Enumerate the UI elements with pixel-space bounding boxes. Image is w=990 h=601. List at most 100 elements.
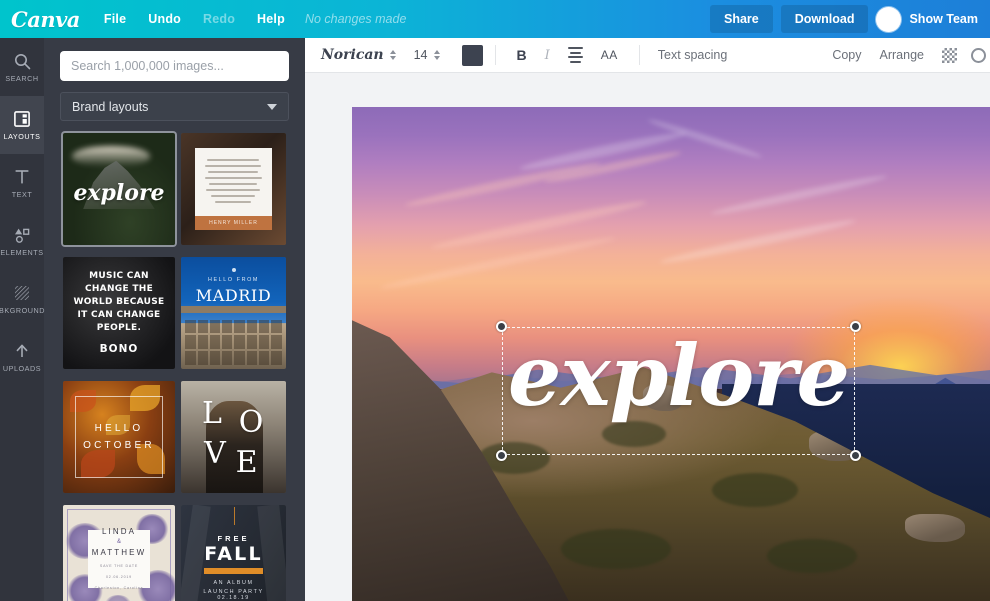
menu-item-help[interactable]: Help bbox=[257, 12, 285, 26]
show-team-control[interactable]: Show Team bbox=[876, 6, 982, 32]
sidebar-label-layouts: LAYOUTS bbox=[3, 131, 41, 141]
resize-handle-bottom-left[interactable] bbox=[496, 450, 507, 461]
layouts-icon bbox=[14, 110, 30, 129]
sidebar-item-background[interactable]: BKGROUND bbox=[0, 270, 44, 328]
search-input[interactable] bbox=[60, 51, 289, 81]
bride-name: LINDA bbox=[101, 527, 137, 537]
sidebar-item-search[interactable]: SEARCH bbox=[0, 38, 44, 96]
font-size-stepper[interactable] bbox=[433, 50, 440, 60]
bono-line-3: WORLD BECAUSE bbox=[73, 297, 165, 307]
madrid-hello: HELLO FROM bbox=[207, 277, 260, 284]
palace-windows bbox=[185, 319, 282, 365]
free-fall-date: 02.18.19 bbox=[217, 594, 250, 601]
letter-case-button[interactable]: AA bbox=[601, 48, 618, 62]
canvas-area[interactable]: explore bbox=[305, 73, 990, 601]
canva-logo[interactable]: Canva bbox=[11, 7, 80, 32]
free-fall-fall: FALL bbox=[204, 543, 263, 566]
font-family-stepper[interactable] bbox=[389, 50, 396, 60]
menu-item-redo[interactable]: Redo bbox=[203, 12, 235, 26]
bold-button[interactable]: B bbox=[517, 47, 527, 63]
text-color-swatch[interactable] bbox=[461, 44, 483, 66]
selection-handles bbox=[496, 321, 861, 461]
download-button[interactable]: Download bbox=[780, 5, 869, 33]
free-fall-accent-bar bbox=[204, 567, 263, 574]
thumb-madrid[interactable]: HELLO FROM MADRID bbox=[181, 257, 286, 369]
toolbar-right-actions: Copy Arrange bbox=[814, 47, 990, 63]
uploads-icon bbox=[14, 342, 30, 361]
bono-line-1: MUSIC CAN bbox=[89, 271, 149, 281]
palace-roof bbox=[181, 306, 286, 313]
sidebar-label-elements: ELEMENTS bbox=[0, 247, 44, 257]
chevron-down-icon bbox=[267, 103, 277, 110]
layouts-panel: Brand layouts explore bbox=[44, 38, 305, 601]
menu-item-undo[interactable]: Undo bbox=[148, 12, 181, 26]
cloud-shape bbox=[71, 146, 151, 167]
october-line-2: OCTOBER bbox=[83, 440, 155, 451]
save-status-text: No changes made bbox=[304, 12, 407, 26]
star-icon bbox=[231, 268, 236, 273]
top-bar: Canva File Undo Redo Help No changes mad… bbox=[0, 0, 990, 38]
resize-handle-top-right[interactable] bbox=[850, 321, 861, 332]
circle-icon[interactable] bbox=[971, 47, 986, 63]
resize-handle-top-left[interactable] bbox=[496, 321, 507, 332]
sidebar-item-text[interactable]: TEXT bbox=[0, 154, 44, 212]
italic-button[interactable]: I bbox=[545, 48, 550, 63]
invite-card: LINDA & MATTHEW SAVE THE DATE 02.06.2019… bbox=[87, 527, 151, 591]
font-size-value[interactable]: 14 bbox=[414, 48, 428, 62]
layout-thumbnail-grid: explore HENRY MILLER MUSIC CAN CHANGE TH… bbox=[44, 133, 305, 601]
toolbar-divider-1 bbox=[494, 45, 496, 65]
sidebar-item-uploads[interactable]: UPLOADS bbox=[0, 328, 44, 386]
thumb-free-fall[interactable]: FREE FALL AN ALBUM LAUNCH PARTY 02.18.19 bbox=[181, 505, 286, 601]
groom-name: MATTHEW bbox=[91, 548, 147, 558]
resize-handle-bottom-right[interactable] bbox=[850, 450, 861, 461]
thumb-quote[interactable]: HENRY MILLER bbox=[181, 133, 286, 245]
design-canvas[interactable]: explore bbox=[352, 107, 990, 601]
ampersand: & bbox=[116, 539, 121, 546]
menu-item-file[interactable]: File bbox=[104, 12, 126, 26]
thumb-love[interactable]: L O V E bbox=[181, 381, 286, 493]
love-letter-e: E bbox=[235, 445, 258, 481]
thumb-bono-quote[interactable]: MUSIC CAN CHANGE THE WORLD BECAUSE IT CA… bbox=[63, 257, 175, 369]
quote-paper bbox=[194, 147, 273, 226]
sidebar-label-search: SEARCH bbox=[5, 73, 39, 83]
sidebar-item-layouts[interactable]: LAYOUTS bbox=[0, 96, 44, 154]
thumb-hello-october[interactable]: HELLO OCTOBER bbox=[63, 381, 175, 493]
sidebar-label-text: TEXT bbox=[11, 189, 33, 199]
thumb-quote-author: HENRY MILLER bbox=[209, 219, 258, 226]
love-letter-v: V bbox=[204, 436, 226, 472]
thumb-explore-label: explore bbox=[73, 180, 165, 207]
invite-sub-1: SAVE THE DATE bbox=[99, 564, 139, 569]
october-text: HELLO OCTOBER bbox=[63, 381, 175, 493]
transparency-checker-icon[interactable] bbox=[942, 47, 957, 63]
layout-category-dropdown[interactable]: Brand layouts bbox=[60, 92, 289, 121]
free-fall-free: FREE bbox=[217, 534, 250, 544]
love-letter-o: O bbox=[238, 404, 264, 440]
sidebar-label-uploads: UPLOADS bbox=[2, 363, 42, 373]
invite-sub-3: Charleston, Carolina bbox=[94, 586, 144, 591]
bono-quote-text: MUSIC CAN CHANGE THE WORLD BECAUSE IT CA… bbox=[63, 257, 175, 369]
arrange-button[interactable]: Arrange bbox=[880, 48, 924, 62]
share-button[interactable]: Share bbox=[710, 5, 773, 33]
invite-sub-2: 02.06.2019 bbox=[105, 575, 132, 580]
bono-line-2: CHANGE THE bbox=[84, 284, 154, 294]
october-line-1: HELLO bbox=[94, 423, 144, 434]
main-menu: File Undo Redo Help bbox=[104, 12, 285, 26]
show-team-label: Show Team bbox=[909, 12, 978, 26]
thumb-wedding-invite[interactable]: LINDA & MATTHEW SAVE THE DATE 02.06.2019… bbox=[63, 505, 175, 601]
canva-editor: Canva File Undo Redo Help No changes mad… bbox=[0, 0, 990, 601]
avatar[interactable] bbox=[876, 6, 902, 32]
left-rail: SEARCH LAYOUTS TEXT ELEMENTS BKGROUND UP… bbox=[0, 38, 44, 601]
copy-button[interactable]: Copy bbox=[832, 48, 861, 62]
text-toolbar: Norican 14 B I AA Text spacing Copy Arra… bbox=[305, 38, 990, 73]
sidebar-label-background: BKGROUND bbox=[0, 305, 45, 315]
text-spacing-button[interactable]: Text spacing bbox=[658, 48, 727, 62]
font-family-selector[interactable]: Norican bbox=[321, 47, 384, 63]
text-icon bbox=[14, 168, 30, 187]
thumb-explore[interactable]: explore bbox=[63, 133, 175, 245]
align-center-icon[interactable] bbox=[567, 47, 583, 63]
sidebar-item-elements[interactable]: ELEMENTS bbox=[0, 212, 44, 270]
toolbar-divider-2 bbox=[638, 45, 640, 65]
background-icon bbox=[14, 284, 30, 303]
quote-author-bar: HENRY MILLER bbox=[194, 215, 273, 231]
bono-author: BONO bbox=[99, 343, 139, 355]
